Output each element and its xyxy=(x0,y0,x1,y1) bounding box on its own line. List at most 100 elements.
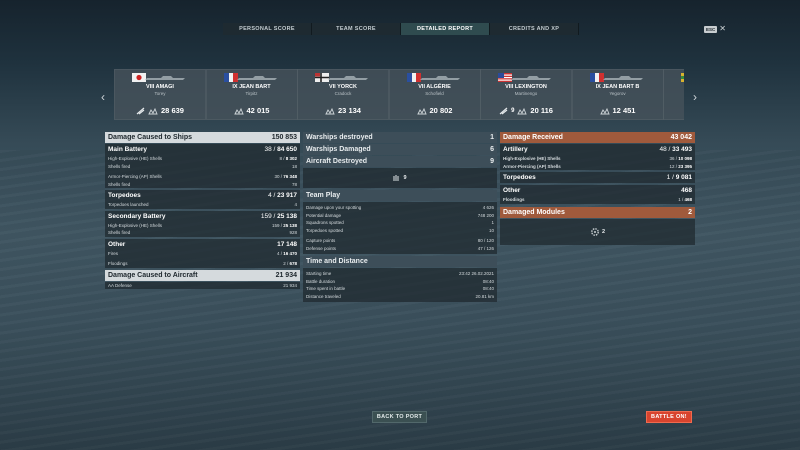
damage-received-header: Damage Received 43 042 xyxy=(500,132,695,143)
stat-row: Battle duration 08:40 xyxy=(303,278,497,286)
stat-value: 20.81 km xyxy=(475,293,494,299)
warships-destroyed-row: Warships destroyed 1 xyxy=(303,132,497,143)
stat-value: 78 xyxy=(291,181,297,187)
tab-personal-score[interactable]: PERSONAL SCORE xyxy=(223,23,312,35)
main-battery-section: Main Battery 38 / 84 650 High-Explosive (… xyxy=(105,144,300,188)
stat-row: Damage upon your spotting 4 626 xyxy=(303,204,497,212)
ship-damage-value: 12 451 xyxy=(612,106,636,115)
ship-damage-value: 23 134 xyxy=(338,106,361,115)
team-play-header: Team Play xyxy=(303,190,497,201)
stat-row: Armor-Piercing (AP) Shells 12 / 23 395 xyxy=(500,163,695,171)
stat-label: Defense points xyxy=(306,245,337,251)
stat-row: Floodings 1 / 468 xyxy=(500,196,695,204)
stat-row: AA Defense 21 934 xyxy=(105,282,300,290)
aircraft-destroyed-badge: 9 xyxy=(303,168,497,188)
stat-label: Battle duration xyxy=(306,278,336,284)
combat-summary-panel: Warships destroyed 1 Warships Damaged 6 Ai… xyxy=(303,132,497,304)
time-distance-section: Starting time 23:42 26.02.2021 Battle dura… xyxy=(303,268,497,302)
player-name: Schofield xyxy=(425,91,444,96)
ship-silhouette-icon xyxy=(419,76,460,80)
ship-card[interactable]: VIII LEXINGTON Martinengo 9 20 116 xyxy=(480,69,572,120)
arv-value: 48 / 33 493 xyxy=(659,146,692,153)
stat-value: 18 xyxy=(291,163,297,169)
ship-tier-name: IX JEAN BART B xyxy=(595,84,640,90)
stat-label: Damage upon your spotting xyxy=(306,205,362,211)
stat-label: Torpedoes launched xyxy=(108,202,149,208)
ship-damage-value: 20 802 xyxy=(429,106,453,115)
received-torpedoes-section: Torpedoes 1 / 9 081 xyxy=(500,172,695,183)
player-name: Torey xyxy=(154,91,166,96)
close-control[interactable]: ESC ✕ xyxy=(704,25,726,33)
tab-detailed-report[interactable]: DETAILED REPORT xyxy=(401,23,490,35)
secondary-battery-section: Secondary Battery 159 / 25 138 High-Explo… xyxy=(105,210,300,237)
received-other-section: Other 468 Floodings 1 / 468 xyxy=(500,185,695,204)
ship-tier-name: VII ALGÉRIE xyxy=(418,84,451,90)
ship-card[interactable]: IX JEAN BART B Yegorov 12 451 xyxy=(571,69,664,120)
stat-value: 4 xyxy=(294,202,297,208)
team-play-section: Damage upon your spotting 4 626 Potential … xyxy=(303,202,497,254)
stat-row: Time spent in battle 08:40 xyxy=(303,285,497,293)
battle-button[interactable]: BATTLE ON! xyxy=(646,411,692,423)
stat-label: Armor-Piercing (AP) Shells xyxy=(108,174,162,180)
back-to-port-button[interactable]: BACK TO PORT xyxy=(372,411,427,423)
stat-row: Torpedoes spotted 10 xyxy=(303,227,497,235)
close-icon[interactable]: ✕ xyxy=(719,25,726,33)
ship-damage-value: 20 116 xyxy=(530,106,553,115)
stat-label: Fires xyxy=(108,250,118,256)
ship-card[interactable]: VIII AMAGI Torey 28 639 xyxy=(114,69,206,120)
ship-card[interactable]: IX xyxy=(663,69,684,120)
stat-label: Armor-Piercing (AP) Shells xyxy=(503,163,561,169)
stat-label: Capture points xyxy=(306,238,336,244)
ship-silhouette-icon xyxy=(236,76,277,80)
ship-damage-value: 28 639 xyxy=(161,106,184,115)
stat-row: Squadrons spotted 1 xyxy=(303,219,497,227)
ship-card[interactable]: IX JEAN BART Tirpitz 42 015 xyxy=(205,69,298,120)
stat-value: 8 / 8 302 xyxy=(279,156,297,162)
ship-tier-name: VIII LEXINGTON xyxy=(505,84,547,90)
plane-icon xyxy=(499,107,508,114)
stat-value: 08:40 xyxy=(482,278,494,284)
tab-team-score[interactable]: TEAM SCORE xyxy=(312,23,401,35)
stat-row: Shells fired 18 xyxy=(105,163,300,171)
damage-caused-header: Damage Caused to Ships 150 853 xyxy=(105,132,300,143)
damage-icon xyxy=(517,107,528,114)
stat-value: 36 / 10 098 xyxy=(669,156,692,162)
player-name: Tirpitz xyxy=(245,91,258,96)
aircraft-icon xyxy=(393,175,399,181)
sbv-value: 159 / 25 138 xyxy=(260,212,297,220)
stat-label: Shells fired xyxy=(108,181,131,187)
ship-card[interactable]: VII ALGÉRIE Schofield 20 802 xyxy=(388,69,481,120)
stat-row: Floodings 2 / 678 xyxy=(105,260,300,268)
stat-value: 10 xyxy=(488,227,494,233)
stat-value: 4 / 16 470 xyxy=(276,250,297,256)
ship-stats-row: 42 015 xyxy=(207,106,297,115)
ships-next-arrow-icon[interactable]: › xyxy=(693,90,697,104)
ships-prev-arrow-icon[interactable]: ‹ xyxy=(101,90,105,104)
stat-label: High-Explosive (HE) Shells xyxy=(503,156,561,162)
ship-silhouette-icon xyxy=(328,76,368,80)
stat-row: Starting time 23:42 26.02.2021 xyxy=(303,270,497,278)
stat-value: 748 200 xyxy=(477,212,494,218)
planes-destroyed-value: 9 xyxy=(511,107,515,114)
damage-to-aircraft-header: Damage Caused to Aircraft 21 934 xyxy=(105,269,300,281)
mbv-value: 38 / 84 650 xyxy=(264,146,297,153)
ship-stats-row: 28 639 xyxy=(115,106,205,115)
tab-credits-and-xp[interactable]: CREDITS AND XP xyxy=(490,23,579,35)
stat-row: Capture points 80 / 120 xyxy=(303,237,497,245)
ship-damage-value: 42 015 xyxy=(246,106,270,115)
stat-value: 1 / 468 xyxy=(678,197,692,203)
ship-silhouette-icon xyxy=(602,76,643,80)
tab-bar: PERSONAL SCORE TEAM SCORE DETAILED REPOR… xyxy=(223,23,579,35)
stat-label: Potential damage xyxy=(306,212,342,218)
damage-received-panel: Damage Received 43 042 Artillery 48 / 33 4… xyxy=(500,132,695,247)
stat-value: 23:42 26.02.2021 xyxy=(458,271,494,277)
stat-row: Defense points 47 / 126 xyxy=(303,245,497,253)
damage-icon xyxy=(325,107,335,114)
ship-tier-name: IX JEAN BART xyxy=(232,84,271,90)
ship-card[interactable]: VII YORCK Cradock 23 134 xyxy=(297,69,389,120)
warships-damaged-row: Warships Damaged 6 xyxy=(303,144,497,155)
stat-value: 12 / 23 395 xyxy=(669,163,692,169)
stat-row: Fires 4 / 16 470 xyxy=(105,250,300,258)
player-name: Martinengo xyxy=(514,91,538,96)
aircraft-destroyed-row: Aircraft Destroyed 9 xyxy=(303,156,497,167)
